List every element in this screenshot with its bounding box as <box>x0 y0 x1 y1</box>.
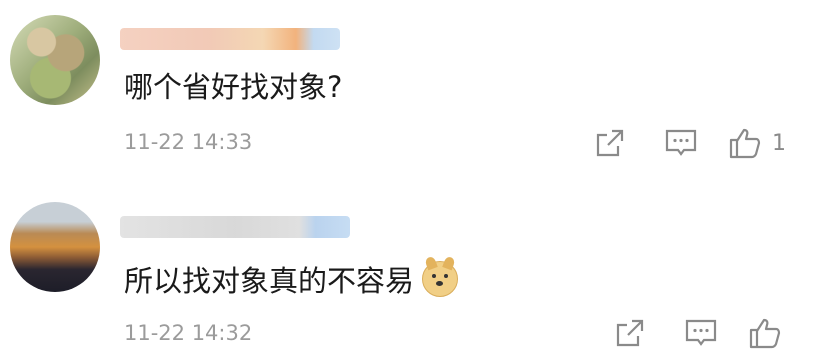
like-button[interactable]: 1 <box>728 125 786 161</box>
comment-text: 所以找对象真的不容易 <box>124 264 415 298</box>
reply-button[interactable] <box>684 315 718 351</box>
doge-icon <box>422 261 459 297</box>
comment-text: 哪个省好找对象? <box>124 70 343 104</box>
username-blurred[interactable] <box>120 28 340 50</box>
avatar[interactable] <box>10 202 100 292</box>
like-count: 1 <box>772 130 786 156</box>
comment-item: 哪个省好找对象? 11-22 14:33 1 <box>0 0 828 180</box>
share-icon <box>594 127 626 159</box>
comment-text-row: 所以找对象真的不容易 <box>124 258 459 300</box>
reply-button[interactable] <box>664 125 698 161</box>
avatar[interactable] <box>10 15 100 105</box>
comment-item: 所以找对象真的不容易 11-22 14:32 <box>0 180 828 361</box>
thumbs-up-icon <box>728 126 762 160</box>
comment-icon <box>664 127 698 159</box>
share-icon <box>614 317 646 349</box>
share-button[interactable] <box>614 315 646 351</box>
username-blurred[interactable] <box>120 216 350 238</box>
comment-icon <box>684 317 718 349</box>
comment-timestamp: 11-22 14:32 <box>124 321 253 345</box>
comment-timestamp: 11-22 14:33 <box>124 130 253 154</box>
share-button[interactable] <box>594 125 626 161</box>
thumbs-up-icon <box>748 316 782 350</box>
like-button[interactable] <box>748 315 782 351</box>
